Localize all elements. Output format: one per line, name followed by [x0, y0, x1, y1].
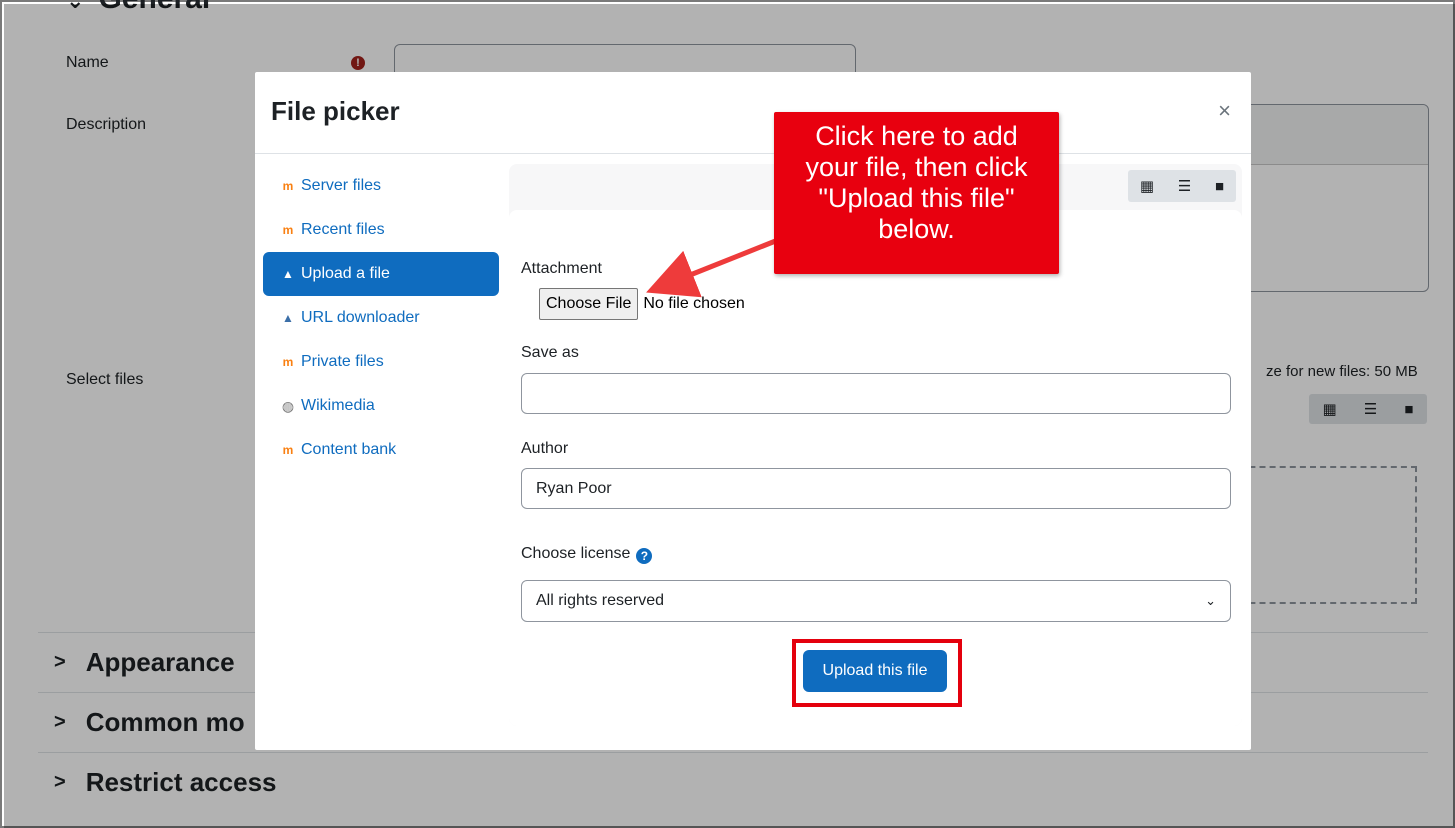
repo-label: Upload a file — [301, 265, 390, 282]
author-input[interactable] — [521, 468, 1231, 509]
globe-icon: ◍ — [281, 397, 295, 414]
repo-wikimedia[interactable]: ◍ Wikimedia — [263, 384, 499, 428]
attachment-label: Attachment — [521, 260, 602, 277]
repo-label: Content bank — [301, 441, 397, 458]
view-buttons: ▦ ☰ ■ — [1128, 170, 1236, 202]
highlight-box — [792, 639, 962, 707]
upload-icon: ▲ — [282, 267, 294, 281]
moodle-icon: m — [282, 355, 294, 369]
moodle-icon: m — [282, 179, 294, 193]
modal-header: File picker × — [255, 72, 1251, 154]
chevron-down-icon: ⌄ — [1205, 593, 1216, 608]
help-icon[interactable]: ? — [636, 548, 653, 564]
license-label: Choose license — [521, 545, 631, 562]
modal-title: File picker — [271, 96, 400, 126]
repo-label: Wikimedia — [301, 397, 375, 414]
repo-url-downloader[interactable]: ▲ URL downloader — [263, 296, 499, 340]
moodle-icon: m — [282, 223, 294, 237]
url-icon: ▲ — [282, 311, 294, 325]
callout-line: "Upload this file" — [818, 183, 1015, 213]
close-icon[interactable]: × — [1218, 98, 1231, 124]
license-value: All rights reserved — [536, 592, 665, 609]
repo-label: Recent files — [301, 221, 385, 238]
callout-box: Click here to add your file, then click … — [774, 112, 1059, 274]
license-select[interactable]: All rights reserved ⌄ — [521, 580, 1231, 622]
choose-file-button[interactable]: Choose File — [539, 288, 639, 320]
list-icon[interactable]: ☰ — [1178, 177, 1191, 195]
repo-upload-a-file[interactable]: ▲ Upload a file — [263, 252, 499, 296]
repo-label: Private files — [301, 353, 384, 370]
license-label-row: Choose license? — [521, 545, 653, 564]
author-label: Author — [521, 440, 569, 457]
repo-label: URL downloader — [301, 309, 420, 326]
no-file-text: No file chosen — [643, 295, 745, 312]
save-as-input[interactable] — [521, 373, 1231, 414]
moodle-icon: m — [282, 443, 294, 457]
repo-recent-files[interactable]: m Recent files — [263, 208, 499, 252]
repository-list: m Server files m Recent files ▲ Upload a fi… — [263, 164, 499, 472]
repo-content-bank[interactable]: m Content bank — [263, 428, 499, 472]
callout-line: Click here to add — [815, 121, 1018, 151]
save-as-label: Save as — [521, 344, 579, 361]
grid-icon[interactable]: ▦ — [1140, 177, 1154, 195]
repo-label: Server files — [301, 177, 382, 194]
repo-private-files[interactable]: m Private files — [263, 340, 499, 384]
repo-server-files[interactable]: m Server files — [263, 164, 499, 208]
callout-line: below. — [878, 214, 955, 244]
file-input-row: Choose File No file chosen — [539, 288, 745, 320]
callout-line: your file, then click — [805, 152, 1028, 182]
folder-icon[interactable]: ■ — [1215, 178, 1224, 195]
file-picker-modal: File picker × m Server files m Recent file… — [255, 72, 1251, 750]
